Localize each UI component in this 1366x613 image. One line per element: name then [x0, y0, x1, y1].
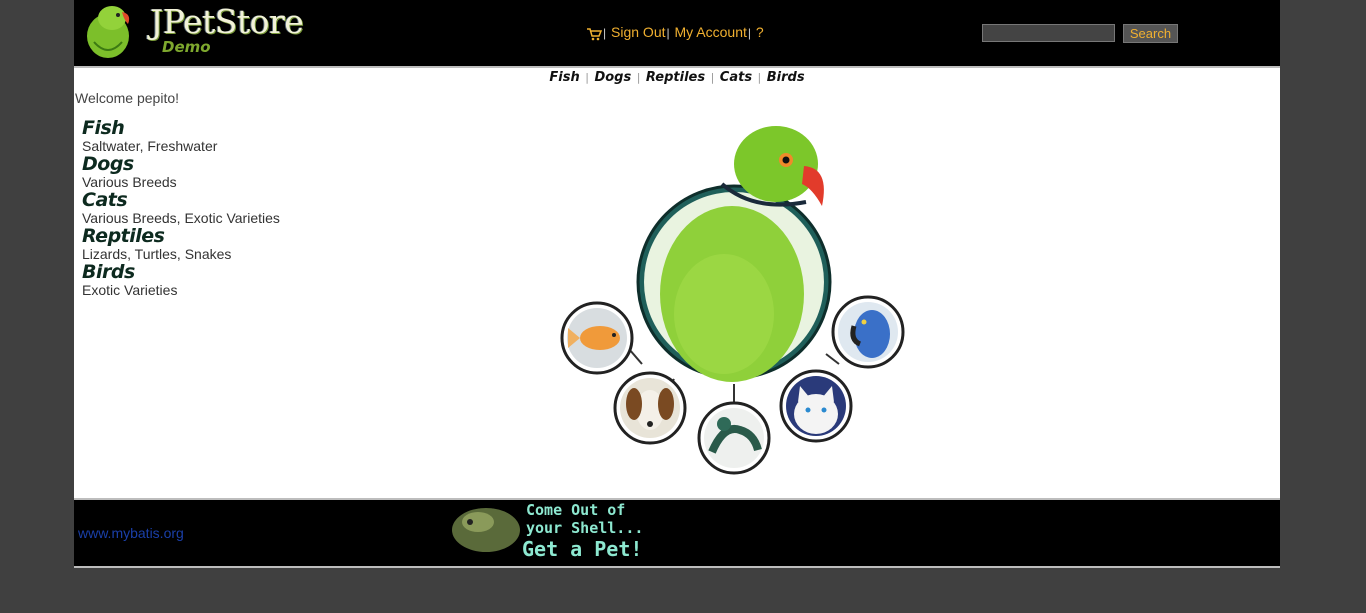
quick-link-dogs[interactable]: Dogs: [594, 70, 631, 85]
footer: www.mybatis.org Come Out of your Shell..…: [74, 498, 1280, 568]
sidebar-item-cats: Cats Various Breeds, Exotic Varieties: [82, 190, 280, 226]
mybatis-link[interactable]: www.mybatis.org: [78, 525, 184, 541]
sidebar-item-reptiles: Reptiles Lizards, Turtles, Snakes: [82, 226, 280, 262]
sidebar-item-fish: Fish Saltwater, Freshwater: [82, 118, 280, 154]
quick-links: Fish | Dogs | Reptiles | Cats | Birds: [549, 70, 805, 85]
logo-subtitle: Demo: [162, 38, 211, 56]
sidebar-link-fish[interactable]: Fish: [82, 118, 280, 138]
sidebar-desc-fish: Saltwater, Freshwater: [82, 138, 218, 154]
quick-link-fish[interactable]: Fish: [549, 70, 579, 85]
sidebar-link-reptiles[interactable]: Reptiles: [82, 226, 280, 246]
sidebar-link-dogs[interactable]: Dogs: [82, 154, 280, 174]
logo[interactable]: JPetStore Demo: [82, 2, 304, 62]
cart-icon[interactable]: [586, 27, 603, 44]
birds-hotspot[interactable]: [636, 126, 832, 382]
sidebar-link-cats[interactable]: Cats: [82, 190, 280, 210]
sidebar-desc-reptiles: Lizards, Turtles, Snakes: [82, 246, 232, 262]
page-wrapper: JPetStore Demo | Sign Out| My Account| ?…: [74, 0, 1280, 568]
reptiles-hotspot[interactable]: [697, 401, 771, 475]
splash-image-map: [560, 126, 905, 475]
sidebar-item-birds: Birds Exotic Varieties: [82, 262, 280, 298]
header-menu: | Sign Out| My Account| ?: [586, 24, 764, 44]
main-content: Fish | Dogs | Reptiles | Cats | Birds We…: [74, 68, 1280, 498]
my-account-link[interactable]: My Account: [675, 24, 747, 40]
logo-title: JPetStore: [150, 2, 304, 41]
menu-separator: |: [603, 26, 607, 40]
sidebar-desc-birds: Exotic Varieties: [82, 282, 178, 298]
sidebar-desc-dogs: Various Breeds: [82, 174, 177, 190]
help-link[interactable]: ?: [756, 24, 764, 40]
sidebar-link-birds[interactable]: Birds: [82, 262, 280, 282]
menu-separator: |: [666, 26, 670, 40]
quick-link-cats[interactable]: Cats: [720, 70, 752, 85]
sidebar-desc-cats: Various Breeds, Exotic Varieties: [82, 210, 280, 226]
bird-small-hotspot[interactable]: [831, 295, 905, 369]
banner-line-2: your Shell...: [526, 519, 643, 537]
search-button[interactable]: Search: [1122, 24, 1179, 43]
menu-separator: |: [747, 26, 752, 40]
sign-out-link[interactable]: Sign Out: [611, 24, 665, 40]
quick-link-birds[interactable]: Birds: [767, 70, 805, 85]
welcome-message: Welcome pepito!: [75, 90, 180, 106]
quick-link-reptiles[interactable]: Reptiles: [646, 70, 705, 85]
banner-line-1: Come Out of: [526, 501, 625, 519]
sidebar-item-dogs: Dogs Various Breeds: [82, 154, 280, 190]
parrot-logo-icon: [87, 6, 130, 58]
banner-line-3: Get a Pet!: [522, 537, 642, 561]
header: JPetStore Demo | Sign Out| My Account| ?…: [74, 0, 1280, 68]
cats-hotspot[interactable]: [779, 369, 853, 443]
search-input[interactable]: [982, 24, 1115, 42]
search-form: Search: [982, 24, 1179, 43]
dogs-hotspot[interactable]: [613, 371, 687, 445]
category-sidebar: Fish Saltwater, Freshwater Dogs Various …: [82, 118, 280, 298]
get-a-pet-banner[interactable]: Come Out of your Shell... Get a Pet!: [448, 500, 668, 562]
fish-hotspot[interactable]: [560, 301, 634, 375]
